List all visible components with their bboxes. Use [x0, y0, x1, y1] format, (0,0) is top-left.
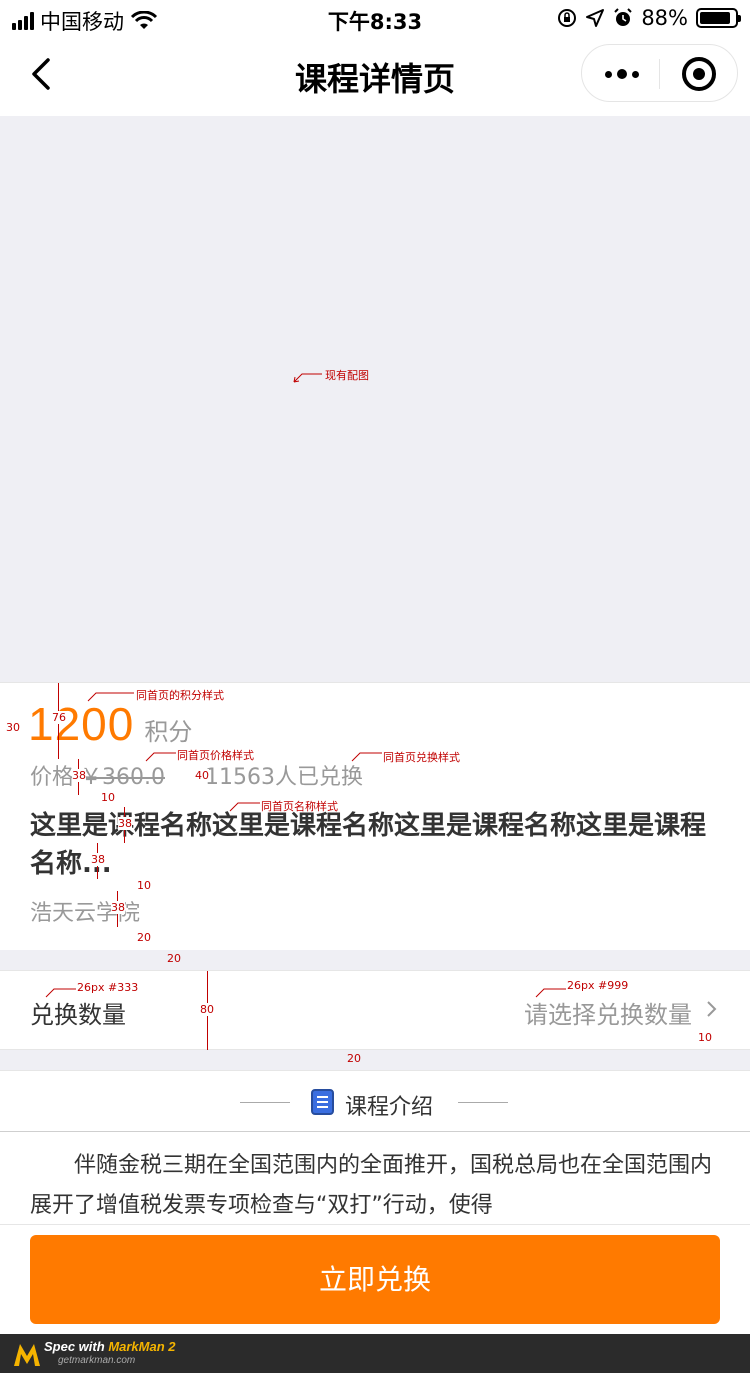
name-style-annotation: 同首页名称样式	[261, 800, 338, 813]
location-icon	[586, 9, 605, 27]
battery-percent: 88%	[641, 6, 688, 30]
intro-header: 课程介绍	[0, 1070, 750, 1132]
markman-brand: Spec with MarkMan 2	[44, 1339, 176, 1354]
course-name: 这里是课程名称这里是课程名称这里是课程名称这里是课程名称...	[30, 811, 707, 879]
spec-10a: 10	[101, 791, 115, 804]
exchanged-count: 11563人已兑换	[205, 765, 363, 790]
spec-40: 40	[195, 769, 209, 782]
capsule-divider	[659, 59, 660, 89]
price-label: 价格	[30, 765, 75, 790]
markman-footer: Spec with MarkMan 2 getmarkman.com	[0, 1334, 750, 1373]
price-style-annotation: 同首页价格样式	[177, 749, 254, 762]
annotation-arrow	[229, 802, 260, 812]
markman-logo-icon	[14, 1344, 40, 1366]
orientation-lock-icon	[558, 9, 577, 27]
label-spec-annotation: 26px #333	[77, 981, 139, 994]
exchange-style-annotation: 同首页兑换样式	[383, 751, 460, 764]
section-gap: 20	[0, 950, 750, 970]
battery-icon	[696, 8, 741, 28]
course-banner: 现有配图	[0, 116, 750, 682]
original-price: ￥360.0	[80, 765, 165, 790]
section-gap: 20	[0, 1050, 750, 1070]
spec-80: 80	[200, 1003, 214, 1016]
points-value: 1200	[28, 698, 135, 750]
more-icon[interactable]	[600, 59, 644, 89]
points-style-annotation: 同首页的积分样式	[136, 689, 224, 702]
spec-10c: 10	[698, 1031, 712, 1044]
spec-38c: 38	[91, 853, 105, 866]
points-price: 1200 积分	[28, 697, 192, 751]
quantity-label: 兑换数量	[30, 1001, 126, 1029]
intro-title: 课程介绍	[345, 1095, 434, 1120]
banner-annotation: 现有配图	[325, 369, 369, 382]
spec-38d: 38	[111, 901, 125, 914]
markman-url: getmarkman.com	[58, 1355, 136, 1366]
quantity-selector[interactable]: 兑换数量 请选择兑换数量 26px #333 26px #999 80 10	[0, 970, 750, 1051]
divider-line	[458, 1102, 508, 1103]
annotation-arrow	[87, 692, 134, 702]
spec-10b: 10	[137, 879, 151, 892]
divider-line	[240, 1102, 290, 1103]
status-bar: 中国移动 下午8:33 88%	[0, 0, 750, 40]
annotation-arrow	[45, 988, 76, 998]
spec-20b: 20	[167, 952, 181, 965]
annotation-arrow	[535, 988, 566, 998]
close-icon[interactable]	[682, 57, 716, 91]
alarm-icon	[614, 8, 633, 26]
bottom-bar: 立即兑换	[0, 1224, 750, 1334]
battery-level	[700, 12, 730, 24]
spec-76: 76	[52, 711, 66, 724]
spec-38b: 38	[118, 817, 132, 830]
annotation-arrow	[351, 752, 382, 762]
annotation-arrow	[145, 752, 176, 762]
spec-30: 30	[6, 721, 20, 734]
nav-bar: 课程详情页	[0, 40, 750, 116]
status-right: 88%	[557, 6, 741, 30]
chevron-right-icon	[707, 1001, 717, 1017]
mini-program-capsule	[581, 44, 738, 102]
course-info: 1200 积分 价格 ￥360.0 11563人已兑换 这里是课程名称这里是课程…	[0, 682, 750, 950]
value-spec-annotation: 26px #999	[567, 979, 629, 992]
spec-20c: 20	[347, 1052, 361, 1065]
annotation-arrow	[293, 373, 322, 383]
spec-20a: 20	[137, 931, 151, 944]
points-unit: 积分	[144, 718, 193, 746]
exchange-button[interactable]: 立即兑换	[30, 1235, 720, 1324]
quantity-placeholder[interactable]: 请选择兑换数量	[524, 995, 692, 1030]
spec-38a: 38	[72, 769, 86, 782]
notebook-icon	[311, 1089, 334, 1115]
intro-body: 伴随金税三期在全国范围内的全面推开，国税总局也在全国范围内展开了增值税发票专项检…	[30, 1153, 713, 1218]
